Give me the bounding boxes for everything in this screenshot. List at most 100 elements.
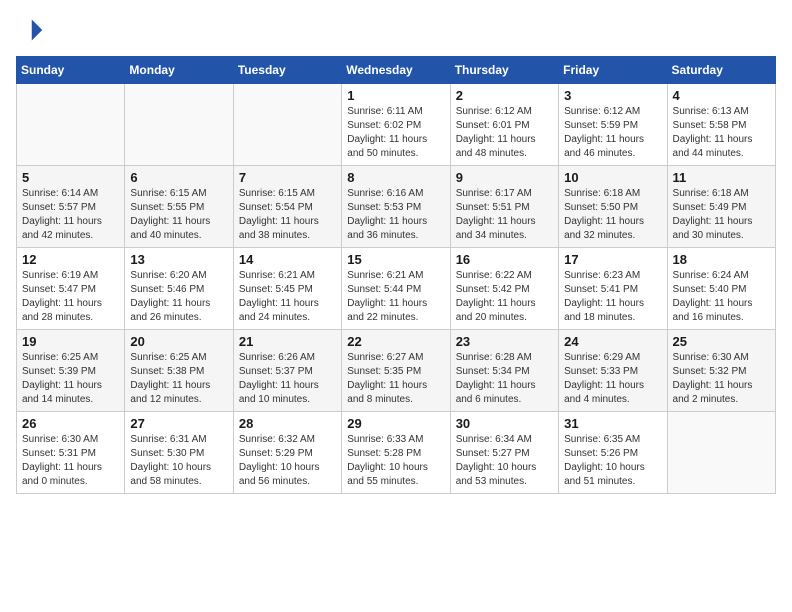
calendar-cell: 20Sunrise: 6:25 AM Sunset: 5:38 PM Dayli…	[125, 330, 233, 412]
calendar-cell: 26 Sunrise: 6:30 AM Sunset: 5:31 PM Dayli…	[17, 412, 125, 494]
calendar-cell: 19 Sunrise: 6:25 AM Sunset: 5:39 PM Dayli…	[17, 330, 125, 412]
cell-info-text: Sunrise: 6:12 AM Sunset: 5:59 PM Dayligh…	[564, 105, 661, 161]
calendar-cell: 8 Sunrise: 6:16 AM Sunset: 5:53 PM Daylig…	[342, 166, 450, 248]
cell-day-number: 3	[564, 88, 661, 103]
cell-info-text: Sunrise: 6:17 AM Sunset: 5:51 PM Dayligh…	[456, 187, 553, 243]
cell-info-text: Sunrise: 6:31 AM Sunset: 5:30 PM Dayligh…	[130, 433, 227, 489]
cell-day-number: 19	[22, 334, 119, 349]
cell-day-number: 10	[564, 170, 661, 185]
cell-info-text: Sunrise: 6:26 AM Sunset: 5:37 PM Dayligh…	[239, 351, 336, 407]
cell-info-text: Sunrise: 6:30 AM Sunset: 5:31 PM Dayligh…	[22, 433, 119, 489]
cell-day-number: 25	[673, 334, 770, 349]
calendar-cell: 3 Sunrise: 6:12 AM Sunset: 5:59 PM Daylig…	[559, 84, 667, 166]
cell-info-text: Sunrise: 6:25 AM Sunset: 5:39 PM Dayligh…	[22, 351, 119, 407]
cell-day-number: 13	[130, 252, 227, 267]
calendar-cell: 22 Sunrise: 6:27 AM Sunset: 5:35 PM Dayli…	[342, 330, 450, 412]
week-row-1: 1 Sunrise: 6:11 AM Sunset: 6:02 PM Daylig…	[17, 84, 776, 166]
cell-day-number: 5	[22, 170, 119, 185]
page-header	[16, 16, 776, 44]
calendar-cell: 18Sunrise: 6:24 AM Sunset: 5:40 PM Dayli…	[667, 248, 775, 330]
cell-day-number: 17	[564, 252, 661, 267]
calendar-cell: 11 Sunrise: 6:18 AM Sunset: 5:49 PM Dayli…	[667, 166, 775, 248]
cell-info-text: Sunrise: 6:28 AM Sunset: 5:34 PM Dayligh…	[456, 351, 553, 407]
cell-info-text: Sunrise: 6:23 AM Sunset: 5:41 PM Dayligh…	[564, 269, 661, 325]
calendar-cell: 5Sunrise: 6:14 AM Sunset: 5:57 PM Daylig…	[17, 166, 125, 248]
cell-day-number: 27	[130, 416, 227, 431]
cell-day-number: 23	[456, 334, 553, 349]
calendar-cell: 29 Sunrise: 6:33 AM Sunset: 5:28 PM Dayli…	[342, 412, 450, 494]
calendar-cell: 28Sunrise: 6:32 AM Sunset: 5:29 PM Dayli…	[233, 412, 341, 494]
week-row-4: 19 Sunrise: 6:25 AM Sunset: 5:39 PM Dayli…	[17, 330, 776, 412]
weekday-header-row: SundayMondayTuesdayWednesdayThursdayFrid…	[17, 57, 776, 84]
calendar-cell: 4Sunrise: 6:13 AM Sunset: 5:58 PM Daylig…	[667, 84, 775, 166]
cell-day-number: 4	[673, 88, 770, 103]
calendar-cell: 23 Sunrise: 6:28 AM Sunset: 5:34 PM Dayli…	[450, 330, 558, 412]
calendar-cell: 9 Sunrise: 6:17 AM Sunset: 5:51 PM Daylig…	[450, 166, 558, 248]
cell-info-text: Sunrise: 6:30 AM Sunset: 5:32 PM Dayligh…	[673, 351, 770, 407]
week-row-5: 26 Sunrise: 6:30 AM Sunset: 5:31 PM Dayli…	[17, 412, 776, 494]
calendar-cell: 1 Sunrise: 6:11 AM Sunset: 6:02 PM Daylig…	[342, 84, 450, 166]
logo-icon	[16, 16, 44, 44]
cell-info-text: Sunrise: 6:35 AM Sunset: 5:26 PM Dayligh…	[564, 433, 661, 489]
cell-info-text: Sunrise: 6:34 AM Sunset: 5:27 PM Dayligh…	[456, 433, 553, 489]
cell-day-number: 14	[239, 252, 336, 267]
weekday-header-monday: Monday	[125, 57, 233, 84]
weekday-header-wednesday: Wednesday	[342, 57, 450, 84]
logo	[16, 16, 48, 44]
calendar-cell	[233, 84, 341, 166]
calendar-cell: 6Sunrise: 6:15 AM Sunset: 5:55 PM Daylig…	[125, 166, 233, 248]
calendar-cell: 21Sunrise: 6:26 AM Sunset: 5:37 PM Dayli…	[233, 330, 341, 412]
cell-info-text: Sunrise: 6:19 AM Sunset: 5:47 PM Dayligh…	[22, 269, 119, 325]
calendar-cell: 14 Sunrise: 6:21 AM Sunset: 5:45 PM Dayli…	[233, 248, 341, 330]
cell-info-text: Sunrise: 6:33 AM Sunset: 5:28 PM Dayligh…	[347, 433, 444, 489]
cell-day-number: 12	[22, 252, 119, 267]
cell-day-number: 29	[347, 416, 444, 431]
weekday-header-friday: Friday	[559, 57, 667, 84]
calendar-cell: 30Sunrise: 6:34 AM Sunset: 5:27 PM Dayli…	[450, 412, 558, 494]
cell-info-text: Sunrise: 6:24 AM Sunset: 5:40 PM Dayligh…	[673, 269, 770, 325]
cell-info-text: Sunrise: 6:18 AM Sunset: 5:49 PM Dayligh…	[673, 187, 770, 243]
cell-info-text: Sunrise: 6:15 AM Sunset: 5:55 PM Dayligh…	[130, 187, 227, 243]
calendar-cell: 31 Sunrise: 6:35 AM Sunset: 5:26 PM Dayli…	[559, 412, 667, 494]
weekday-header-sunday: Sunday	[17, 57, 125, 84]
calendar-cell: 13 Sunrise: 6:20 AM Sunset: 5:46 PM Dayli…	[125, 248, 233, 330]
cell-day-number: 1	[347, 88, 444, 103]
cell-info-text: Sunrise: 6:18 AM Sunset: 5:50 PM Dayligh…	[564, 187, 661, 243]
calendar-body: 1 Sunrise: 6:11 AM Sunset: 6:02 PM Daylig…	[17, 84, 776, 494]
weekday-header-thursday: Thursday	[450, 57, 558, 84]
cell-info-text: Sunrise: 6:12 AM Sunset: 6:01 PM Dayligh…	[456, 105, 553, 161]
cell-day-number: 15	[347, 252, 444, 267]
calendar-cell: 7 Sunrise: 6:15 AM Sunset: 5:54 PM Daylig…	[233, 166, 341, 248]
cell-day-number: 7	[239, 170, 336, 185]
calendar-cell: 15Sunrise: 6:21 AM Sunset: 5:44 PM Dayli…	[342, 248, 450, 330]
cell-info-text: Sunrise: 6:11 AM Sunset: 6:02 PM Dayligh…	[347, 105, 444, 161]
calendar-cell: 17 Sunrise: 6:23 AM Sunset: 5:41 PM Dayli…	[559, 248, 667, 330]
cell-day-number: 20	[130, 334, 227, 349]
calendar-cell: 10 Sunrise: 6:18 AM Sunset: 5:50 PM Dayli…	[559, 166, 667, 248]
calendar-cell: 27 Sunrise: 6:31 AM Sunset: 5:30 PM Dayli…	[125, 412, 233, 494]
calendar-cell: 12 Sunrise: 6:19 AM Sunset: 5:47 PM Dayli…	[17, 248, 125, 330]
week-row-3: 12 Sunrise: 6:19 AM Sunset: 5:47 PM Dayli…	[17, 248, 776, 330]
cell-info-text: Sunrise: 6:16 AM Sunset: 5:53 PM Dayligh…	[347, 187, 444, 243]
calendar-cell	[17, 84, 125, 166]
calendar-cell: 2 Sunrise: 6:12 AM Sunset: 6:01 PM Daylig…	[450, 84, 558, 166]
weekday-header-saturday: Saturday	[667, 57, 775, 84]
cell-day-number: 28	[239, 416, 336, 431]
cell-day-number: 11	[673, 170, 770, 185]
cell-day-number: 31	[564, 416, 661, 431]
cell-day-number: 22	[347, 334, 444, 349]
cell-info-text: Sunrise: 6:20 AM Sunset: 5:46 PM Dayligh…	[130, 269, 227, 325]
cell-info-text: Sunrise: 6:29 AM Sunset: 5:33 PM Dayligh…	[564, 351, 661, 407]
cell-day-number: 2	[456, 88, 553, 103]
cell-info-text: Sunrise: 6:22 AM Sunset: 5:42 PM Dayligh…	[456, 269, 553, 325]
cell-day-number: 26	[22, 416, 119, 431]
cell-day-number: 8	[347, 170, 444, 185]
cell-info-text: Sunrise: 6:21 AM Sunset: 5:45 PM Dayligh…	[239, 269, 336, 325]
calendar-cell: 16Sunrise: 6:22 AM Sunset: 5:42 PM Dayli…	[450, 248, 558, 330]
calendar-cell: 25 Sunrise: 6:30 AM Sunset: 5:32 PM Dayli…	[667, 330, 775, 412]
cell-day-number: 9	[456, 170, 553, 185]
cell-info-text: Sunrise: 6:27 AM Sunset: 5:35 PM Dayligh…	[347, 351, 444, 407]
calendar-cell: 24Sunrise: 6:29 AM Sunset: 5:33 PM Dayli…	[559, 330, 667, 412]
cell-info-text: Sunrise: 6:15 AM Sunset: 5:54 PM Dayligh…	[239, 187, 336, 243]
calendar-table: SundayMondayTuesdayWednesdayThursdayFrid…	[16, 56, 776, 494]
